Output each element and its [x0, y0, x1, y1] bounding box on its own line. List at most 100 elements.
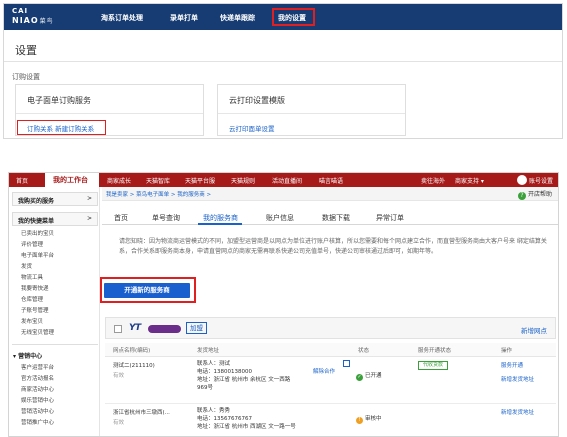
nav-home[interactable]: 首页 — [16, 176, 28, 185]
divider — [12, 344, 98, 345]
nav-my-workbench[interactable]: 我的工作台 — [45, 173, 99, 187]
sidebar-item[interactable]: 发布宝贝 — [21, 317, 43, 325]
add-ship-address-link[interactable]: 新增发货地址 — [501, 376, 534, 384]
column-header: 发货地址 — [197, 348, 220, 354]
card-title: 电子面单订购服务 — [27, 96, 91, 105]
breadcrumb-bar: 我是卖家 > 菜鸟电子面单 > 我的服务商 > ? 开店帮助 — [102, 187, 558, 201]
yto-logo-text: YT — [129, 323, 141, 333]
branch-status: 有效 — [113, 420, 125, 426]
breadcrumb[interactable]: 我是卖家 > 菜鸟电子面单 > 我的服务商 > — [106, 190, 211, 198]
sidebar-head-label: 我的快捷菜单 — [18, 218, 55, 225]
nav-account-settings[interactable]: 账号设置 — [529, 176, 553, 185]
nav-taobao-orders[interactable]: 淘系订单处理 — [101, 13, 143, 23]
phone: 电话：13800138000 — [197, 369, 252, 375]
sidebar-head-label: 我购买的服务 — [18, 198, 55, 205]
tab-account-info[interactable]: 账户信息 — [266, 213, 294, 223]
tab-abnormal-orders[interactable]: 异常订单 — [376, 213, 404, 223]
highlight-box-settings — [272, 8, 315, 26]
provider-checkbox[interactable] — [114, 325, 122, 333]
sidebar-item[interactable]: 我要寄快递 — [21, 284, 49, 292]
table-row: 浙江省杭州市三墩西(... 有效 联系人：秀秀 电话：13567676767 地… — [105, 405, 556, 436]
nav-item[interactable]: 天猫智库 — [146, 176, 170, 185]
logo-cn: 菜鸟 — [39, 18, 54, 25]
column-header: 状态 — [358, 348, 370, 354]
status-reviewing: ! 审核中 — [356, 415, 382, 424]
franchise-tag: 加盟 — [186, 322, 207, 334]
address: 地址：浙江省 杭州市 西湖区 文一路一号 — [197, 424, 296, 430]
column-header: 操作 — [501, 348, 513, 354]
column-header: 网点名称(编码) — [113, 348, 151, 354]
edit-icon[interactable] — [343, 360, 350, 367]
table-header: 网点名称(编码) 发货地址 状态 服务开通状态 操作 — [105, 343, 556, 357]
sidebar-item[interactable]: 电子面单平台 — [21, 251, 54, 259]
provider-header: YT 加盟 新增网点 — [105, 317, 556, 339]
sidebar-item[interactable]: 官方活动报名 — [21, 374, 54, 382]
nav-seller-support[interactable]: 商家支持 ▾ — [455, 176, 484, 185]
tab-my-providers[interactable]: 我的服务商 — [203, 213, 238, 223]
nav-enter-print[interactable]: 录单打单 — [170, 13, 198, 23]
nav-item[interactable]: 天猫平台服 — [185, 176, 215, 185]
add-ship-address-link[interactable]: 新增发货地址 — [501, 409, 534, 417]
divider — [16, 113, 203, 114]
service-open-link[interactable]: 服务开通 — [501, 362, 523, 370]
sidebar-item[interactable]: 娱乐营销中心 — [21, 396, 54, 404]
sidebar-head-shortcuts[interactable]: 我的快捷菜单 > — [12, 212, 98, 226]
chevron-right-icon: > — [86, 215, 92, 222]
table-row: 测试二(211110) 有效 联系人：测试 电话：13800138000 解除合… — [105, 358, 556, 404]
sidebar-item[interactable]: 客户运营平台 — [21, 363, 54, 371]
contact: 联系人：秀秀 — [197, 408, 231, 414]
sidebar-group-marketing[interactable]: ▾ 营销中心 — [13, 351, 42, 360]
help-label: 开店帮助 — [527, 191, 552, 198]
sidebar-item[interactable]: 子账号管理 — [21, 306, 49, 314]
cloud-print-setting-link[interactable]: 云打印面单设置 — [229, 123, 275, 133]
phone: 电话：13567676767 — [197, 416, 252, 422]
status-opened: ✓ 已开通 — [356, 372, 382, 381]
status-label: 已开通 — [365, 373, 382, 379]
clock-icon: ! — [356, 417, 363, 424]
check-circle-icon: ✓ — [356, 374, 363, 381]
nav-track-waybill[interactable]: 快递单跟踪 — [220, 13, 255, 23]
yto-logo-mark — [148, 325, 181, 333]
tab-waybill-query[interactable]: 单号查询 — [152, 213, 180, 223]
sidebar-group-label: 营销中心 — [18, 353, 43, 360]
sidebar-head-my-services[interactable]: 我购买的服务 > — [12, 192, 98, 206]
card-title: 云打印设置模版 — [229, 96, 285, 105]
top-nav-bar: CAI NIAO菜鸟 淘系订单处理 录单打单 快递单跟踪 我的设置 — [4, 4, 562, 30]
tab-data-download[interactable]: 数据下载 — [322, 213, 350, 223]
open-shop-help[interactable]: ? 开店帮助 — [517, 189, 552, 200]
cainiao-logo[interactable]: CAI NIAO菜鸟 — [12, 7, 64, 27]
section-label: 订购设置 — [12, 73, 40, 81]
page-title: 设置 — [15, 44, 37, 57]
sidebar-item[interactable]: 评价管理 — [21, 240, 43, 248]
add-branch-link[interactable]: 新增网点 — [521, 325, 547, 335]
yto-logo-icon: YT — [129, 323, 181, 335]
active-tab-indicator — [198, 223, 242, 225]
highlight-box-order-links — [17, 120, 106, 135]
sidebar-item[interactable]: 无线宝贝管理 — [21, 328, 54, 336]
sidebar-item[interactable]: 营销活动中心 — [21, 407, 54, 415]
highlight-box-open-button — [100, 277, 196, 303]
nav-sell-overseas[interactable]: 卖往海外 — [421, 176, 445, 185]
divider — [218, 113, 405, 114]
sidebar-item[interactable]: 物流工具 — [21, 273, 43, 281]
sidebar-item[interactable]: 营销推广中心 — [21, 418, 54, 426]
nav-item[interactable]: 喵言喵语 — [319, 176, 343, 185]
seller-nav-bar: 首页 我的工作台 商家成长 天猫智库 天猫平台服 天猫规则 活动直播间 喵言喵语… — [9, 173, 558, 187]
sidebar-item[interactable]: 发货 — [21, 262, 32, 270]
nav-item[interactable]: 商家成长 — [107, 176, 131, 185]
tab-home[interactable]: 首页 — [114, 213, 128, 223]
status-label: 审核中 — [365, 416, 382, 422]
column-header: 服务开通状态 — [418, 348, 452, 354]
notice-text: 请您知晓：因为物流商运营模式的不同，加盟型运营商是以网点为单位进行账户核算，所以… — [119, 238, 547, 255]
main-content: 我是卖家 > 菜鸟电子面单 > 我的服务商 > ? 开店帮助 首页 单号查询 我的… — [100, 187, 558, 436]
card-cloud-print: 云打印设置模版 云打印面单设置 — [217, 84, 406, 136]
logo-line1: CAI — [12, 7, 29, 15]
terminate-cooperation-link[interactable]: 解除合作 — [313, 368, 335, 376]
sidebar-item[interactable]: 仓库管理 — [21, 295, 43, 303]
nav-item[interactable]: 活动直播间 — [272, 176, 302, 185]
chevron-right-icon: > — [86, 195, 92, 202]
sidebar-item[interactable]: 商家活动中心 — [21, 385, 54, 393]
branch-status: 有效 — [113, 373, 125, 379]
sidebar-item[interactable]: 已卖出的宝贝 — [21, 229, 54, 237]
nav-item[interactable]: 天猫规则 — [231, 176, 255, 185]
